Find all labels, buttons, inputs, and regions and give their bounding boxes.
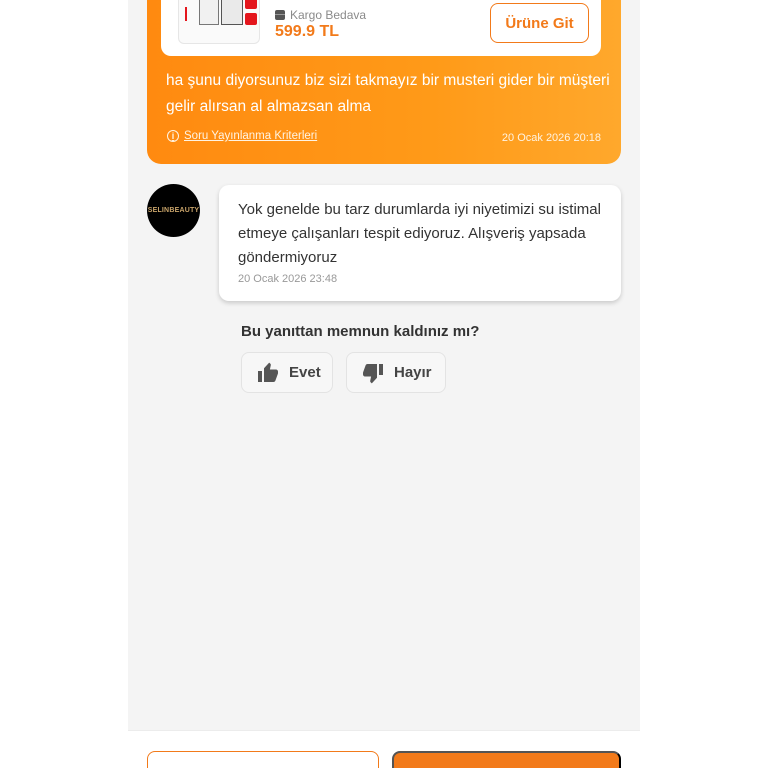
primary-action-button[interactable] bbox=[392, 751, 621, 768]
seller-avatar: SELINBEAUTY bbox=[147, 184, 200, 237]
feedback-question: Bu yanıttan memnun kaldınız mı? bbox=[241, 323, 480, 340]
product-thumbnail[interactable] bbox=[178, 0, 260, 44]
product-summary[interactable]: Kargo Bedava 599.9 TL Ürüne Git bbox=[161, 0, 601, 56]
package-icon bbox=[275, 10, 285, 20]
shipping-label: Kargo Bedava bbox=[290, 8, 367, 22]
answer-date: 20 Ocak 2026 23:48 bbox=[238, 273, 338, 285]
thumbnail-mark bbox=[185, 7, 195, 21]
thumbs-up-icon bbox=[258, 362, 278, 382]
free-shipping-info: Kargo Bedava bbox=[275, 8, 366, 22]
go-to-product-button[interactable]: Ürüne Git bbox=[490, 3, 589, 43]
thumbnail-shape bbox=[245, 13, 257, 25]
product-price: 599.9 TL bbox=[275, 23, 340, 40]
helpful-yes-button[interactable]: Evet bbox=[241, 352, 333, 393]
answer-text: Yok genelde bu tarz durumlarda iyi niyet… bbox=[238, 201, 601, 266]
publishing-criteria-link[interactable]: i Soru Yayınlanma Kriterleri bbox=[167, 130, 317, 142]
thumbnail-shape bbox=[199, 0, 219, 25]
thumbnail-shape bbox=[221, 0, 243, 25]
helpful-no-button[interactable]: Hayır bbox=[346, 352, 446, 393]
app-screen: Kargo Bedava 599.9 TL Ürüne Git ha şunu … bbox=[128, 0, 640, 768]
criteria-label: Soru Yayınlanma Kriterleri bbox=[184, 130, 318, 142]
bottom-action-bar bbox=[128, 730, 640, 768]
avatar-text: SELINBEAUTY bbox=[147, 207, 200, 214]
yes-label: Evet bbox=[289, 364, 321, 381]
thumbnail-shape bbox=[245, 0, 257, 9]
secondary-action-button[interactable] bbox=[147, 751, 379, 768]
question-date: 20 Ocak 2026 20:18 bbox=[501, 132, 601, 144]
answer-bubble: Yok genelde bu tarz durumlarda iyi niyet… bbox=[219, 185, 621, 301]
info-icon: i bbox=[167, 130, 179, 142]
question-text: ha şunu diyorsunuz biz sizi takmayız bir… bbox=[166, 72, 610, 115]
no-label: Hayır bbox=[394, 364, 432, 381]
thumbs-down-icon bbox=[363, 363, 383, 383]
